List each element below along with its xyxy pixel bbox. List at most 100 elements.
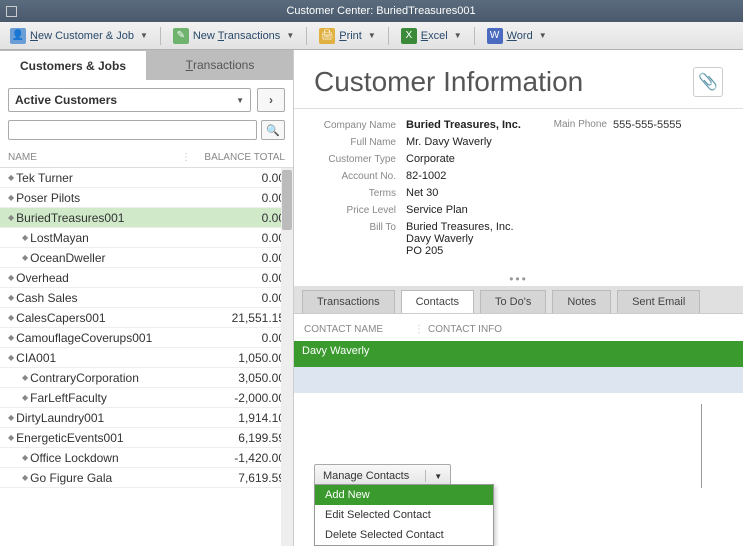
list-item[interactable]: ◆Cash Sales0.00 [0, 288, 293, 308]
tab-transactions[interactable]: Transactions [147, 50, 293, 80]
customer-list: ◆Tek Turner0.00◆Poser Pilots0.00◆BuriedT… [0, 168, 293, 546]
list-item[interactable]: ◆Go Figure Gala7,619.59 [0, 468, 293, 488]
diamond-icon: ◆ [22, 453, 28, 462]
list-item[interactable]: ◆DirtyLaundry0011,914.10 [0, 408, 293, 428]
col-name: NAME [8, 152, 181, 163]
contact-row-empty[interactable] [294, 367, 743, 393]
fullname-value: Mr. Davy Waverly [406, 136, 723, 148]
column-handle-icon[interactable]: ⋮ [181, 152, 191, 163]
detail-tabs: Transactions Contacts To Do's Notes Sent… [294, 286, 743, 314]
custtype-value: Corporate [406, 153, 723, 165]
tab-contacts[interactable]: Contacts [401, 290, 474, 313]
list-item[interactable]: ◆Office Lockdown-1,420.00 [0, 448, 293, 468]
titlebar: Customer Center: BuriedTreasures001 [0, 0, 743, 22]
list-item[interactable]: ◆OceanDweller0.00 [0, 248, 293, 268]
page-title: Customer Information [314, 66, 583, 98]
custtype-label: Customer Type [314, 153, 406, 165]
search-button[interactable]: 🔍 [261, 120, 285, 140]
chevron-down-icon: ▼ [140, 31, 148, 40]
diamond-icon: ◆ [8, 433, 14, 442]
item-balance: -1,420.00 [205, 451, 285, 465]
menu-add-new[interactable]: Add New [315, 485, 493, 505]
item-name: CalesCapers001 [16, 311, 105, 325]
item-name: Go Figure Gala [30, 471, 112, 485]
search-input[interactable] [8, 120, 257, 140]
billto-label: Bill To [314, 221, 406, 233]
window-control-icon[interactable] [6, 6, 17, 17]
list-item[interactable]: ◆Poser Pilots0.00 [0, 188, 293, 208]
item-name: LostMayan [30, 231, 89, 245]
item-name: CIA001 [16, 351, 56, 365]
item-name: CamouflageCoverups001 [16, 331, 152, 345]
item-name: Cash Sales [16, 291, 77, 305]
diamond-icon: ◆ [22, 393, 28, 402]
diamond-icon: ◆ [8, 213, 14, 222]
word-label: Word [507, 30, 533, 42]
item-balance: 1,914.10 [205, 411, 285, 425]
list-item[interactable]: ◆CalesCapers00121,551.15 [0, 308, 293, 328]
separator [160, 27, 161, 45]
phone-value: 555-555-5555 [613, 119, 682, 131]
tab-notes[interactable]: Notes [552, 290, 611, 313]
list-item[interactable]: ◆Tek Turner0.00 [0, 168, 293, 188]
phone-label: Main Phone [553, 119, 613, 131]
list-item[interactable]: ◆CIA001 1,050.00 [0, 348, 293, 368]
expand-button[interactable]: › [257, 88, 285, 112]
chevron-down-icon: ▼ [286, 31, 294, 40]
customer-filter-combo[interactable]: Active Customers ▼ [8, 88, 251, 112]
list-item[interactable]: ◆Overhead0.00 [0, 268, 293, 288]
tab-todos[interactable]: To Do's [480, 290, 546, 313]
item-name: BuriedTreasures001 [16, 211, 124, 225]
word-icon: W [487, 28, 503, 44]
expand-handle[interactable]: ••• [294, 272, 743, 286]
company-value: Buried Treasures, Inc. [406, 119, 553, 131]
excel-label: Excel [421, 30, 448, 42]
separator [306, 27, 307, 45]
print-button[interactable]: 🖨 Print ▼ [315, 26, 380, 46]
word-button[interactable]: W Word ▼ [483, 26, 551, 46]
contact-row[interactable]: Davy Waverly [294, 341, 743, 367]
tab-transactions-detail[interactable]: Transactions [302, 290, 395, 313]
item-balance: 0.00 [205, 331, 285, 345]
item-balance: 1,050.00 [205, 351, 285, 365]
diamond-icon: ◆ [8, 273, 14, 282]
menu-edit-contact[interactable]: Edit Selected Contact [315, 505, 493, 525]
list-item[interactable]: ◆BuriedTreasures0010.00 [0, 208, 293, 228]
pricelevel-label: Price Level [314, 204, 406, 216]
list-item[interactable]: ◆CamouflageCoverups0010.00 [0, 328, 293, 348]
menu-delete-contact[interactable]: Delete Selected Contact [315, 525, 493, 545]
company-label: Company Name [314, 119, 406, 131]
list-item[interactable]: ◆ContraryCorporation3,050.00 [0, 368, 293, 388]
new-transactions-button[interactable]: ✎ New Transactions ▼ [169, 26, 298, 46]
column-handle-icon[interactable]: ⋮ [414, 324, 424, 335]
item-name: FarLeftFaculty [30, 391, 107, 405]
diamond-icon: ◆ [8, 353, 14, 362]
scrollbar[interactable] [281, 168, 293, 546]
manage-contacts-label: Manage Contacts [323, 470, 409, 482]
left-tabs: Customers & Jobs Transactions [0, 50, 293, 80]
tab-sent-email[interactable]: Sent Email [617, 290, 700, 313]
excel-button[interactable]: X Excel ▼ [397, 26, 466, 46]
terms-value: Net 30 [406, 187, 723, 199]
new-customer-button[interactable]: 👤 New Customer & Job ▼ [6, 26, 152, 46]
list-item[interactable]: ◆FarLeftFaculty -2,000.00 [0, 388, 293, 408]
contacts-header: CONTACT NAME ⋮ CONTACT INFO [294, 314, 743, 341]
billto-value: Buried Treasures, Inc.Davy WaverlyPO 205 [406, 221, 723, 257]
diamond-icon: ◆ [8, 293, 14, 302]
chevron-down-icon: ▼ [539, 31, 547, 40]
item-name: ContraryCorporation [30, 371, 139, 385]
acct-label: Account No. [314, 170, 406, 182]
scrollbar-thumb[interactable] [282, 170, 292, 230]
tab-customers-jobs[interactable]: Customers & Jobs [0, 50, 147, 80]
diamond-icon: ◆ [22, 253, 28, 262]
separator [474, 27, 475, 45]
paperclip-icon: 📎 [698, 72, 718, 92]
column-divider[interactable] [701, 404, 702, 488]
new-customer-label: New Customer & Job [30, 30, 134, 42]
new-transactions-label: New Transactions [193, 30, 280, 42]
attachment-button[interactable]: 📎 [693, 67, 723, 97]
diamond-icon: ◆ [22, 373, 28, 382]
item-balance: -2,000.00 [205, 391, 285, 405]
list-item[interactable]: ◆LostMayan0.00 [0, 228, 293, 248]
list-item[interactable]: ◆EnergeticEvents0016,199.59 [0, 428, 293, 448]
